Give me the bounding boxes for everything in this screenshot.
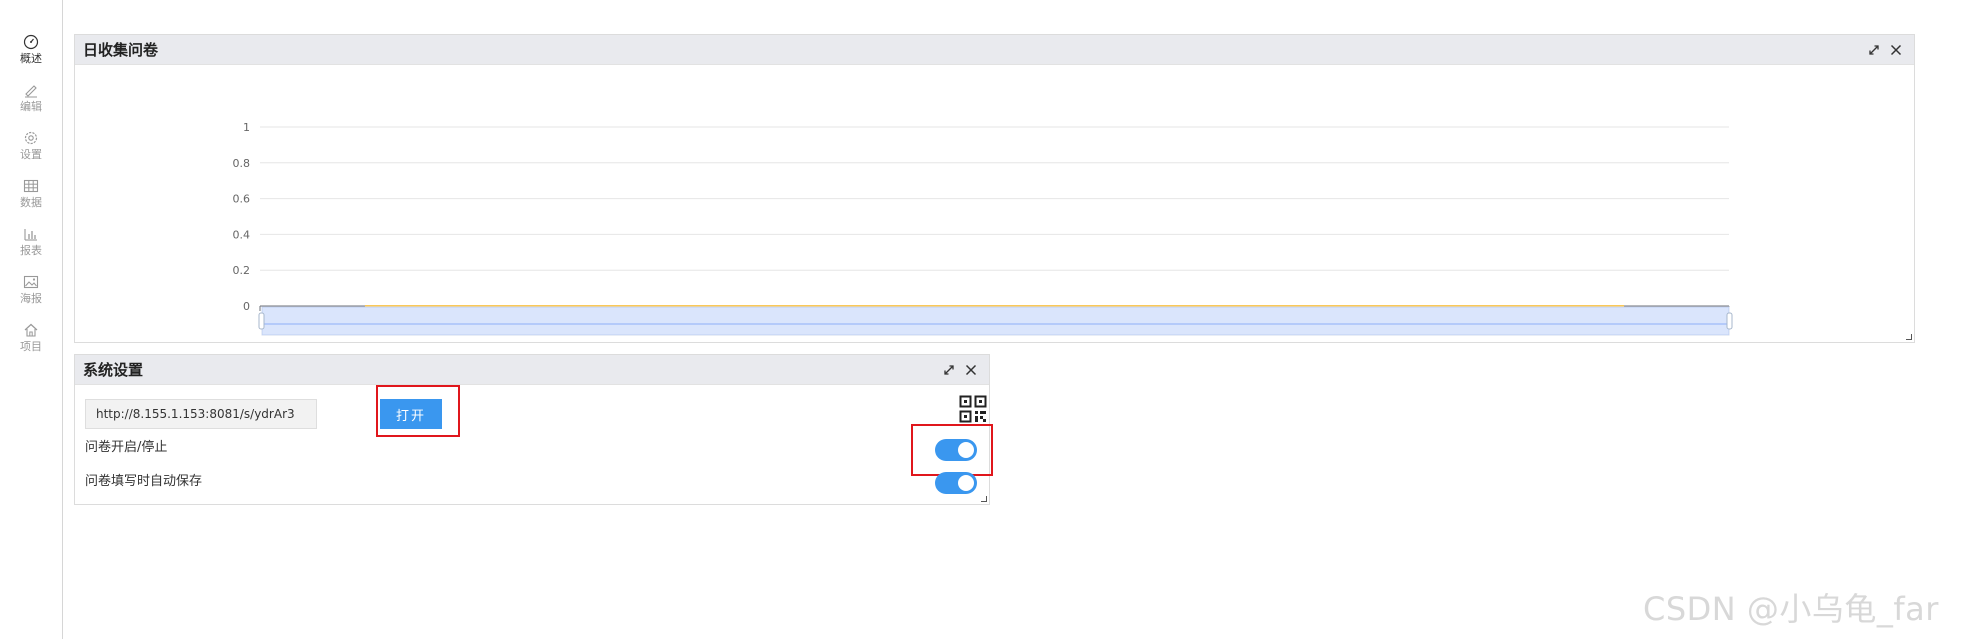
panel-title: 日收集问卷 <box>83 41 159 59</box>
y-tick-label: 0.4 <box>233 228 251 241</box>
y-tick-label: 0 <box>243 300 250 313</box>
sidebar-item-label: 数据 <box>20 196 42 209</box>
resize-handle[interactable] <box>981 496 987 502</box>
auto-save-toggle[interactable] <box>935 472 977 494</box>
sidebar-item-edit[interactable]: 编辑 <box>0 82 62 126</box>
sidebar-item-label: 概述 <box>20 52 42 65</box>
y-tick-label: 0.6 <box>233 193 251 206</box>
survey-open-stop-label: 问卷开启/停止 <box>85 440 168 455</box>
zoom-handle-right <box>1726 312 1733 330</box>
daily-collection-chart: 00.20.40.60.812025-08-042025-08-052025-0… <box>233 121 1733 336</box>
panel-title: 系统设置 <box>83 361 144 379</box>
resize-handle[interactable] <box>1906 334 1912 340</box>
sidebar-item-label: 编辑 <box>20 100 42 113</box>
y-tick-label: 0.2 <box>233 264 251 277</box>
zoom-handle-left <box>258 312 265 330</box>
system-settings-panel: 系统设置 http://8.155.1.153:8081/s/ydrAr3 打开… <box>74 354 993 505</box>
bar-chart-icon <box>23 226 39 242</box>
sidebar-item-label: 项目 <box>20 340 42 353</box>
sidebar: 概述 编辑 设置 数据 报表 海报 项目 <box>0 0 63 639</box>
zoom-window <box>262 307 1729 335</box>
auto-save-label: 问卷填写时自动保存 <box>85 474 203 489</box>
dashboard-icon <box>23 34 39 50</box>
sidebar-item-label: 海报 <box>20 292 42 305</box>
highlight-box <box>376 385 460 437</box>
panel-header: 日收集问卷 <box>75 35 1914 65</box>
survey-url-field[interactable]: http://8.155.1.153:8081/s/ydrAr3 <box>85 399 317 429</box>
image-icon <box>23 274 39 290</box>
expand-icon[interactable] <box>1866 42 1882 58</box>
expand-icon[interactable] <box>941 362 957 378</box>
daily-collection-panel: 日收集问卷 00.20.40.60.812025-08-042025-08-05… <box>74 34 1915 343</box>
close-icon[interactable] <box>963 362 979 378</box>
sidebar-item-reports[interactable]: 报表 <box>0 226 62 270</box>
toggle-knob <box>958 475 974 491</box>
sidebar-item-label: 设置 <box>20 148 42 161</box>
gear-icon <box>23 130 39 146</box>
qr-code-icon[interactable] <box>959 395 987 423</box>
close-icon[interactable] <box>1888 42 1904 58</box>
pencil-icon <box>23 82 39 98</box>
sidebar-item-settings[interactable]: 设置 <box>0 130 62 174</box>
highlight-box <box>911 424 993 476</box>
home-icon <box>23 322 39 338</box>
sidebar-item-project[interactable]: 项目 <box>0 322 62 366</box>
y-tick-label: 1 <box>243 121 250 134</box>
panel-header: 系统设置 <box>75 355 989 385</box>
sidebar-item-data[interactable]: 数据 <box>0 178 62 222</box>
watermark: CSDN @小乌龟_far <box>1643 590 1939 628</box>
y-tick-label: 0.8 <box>233 157 251 170</box>
table-icon <box>23 178 39 194</box>
sidebar-item-poster[interactable]: 海报 <box>0 274 62 318</box>
sidebar-item-label: 报表 <box>20 244 42 257</box>
sidebar-item-overview[interactable]: 概述 <box>0 34 62 78</box>
